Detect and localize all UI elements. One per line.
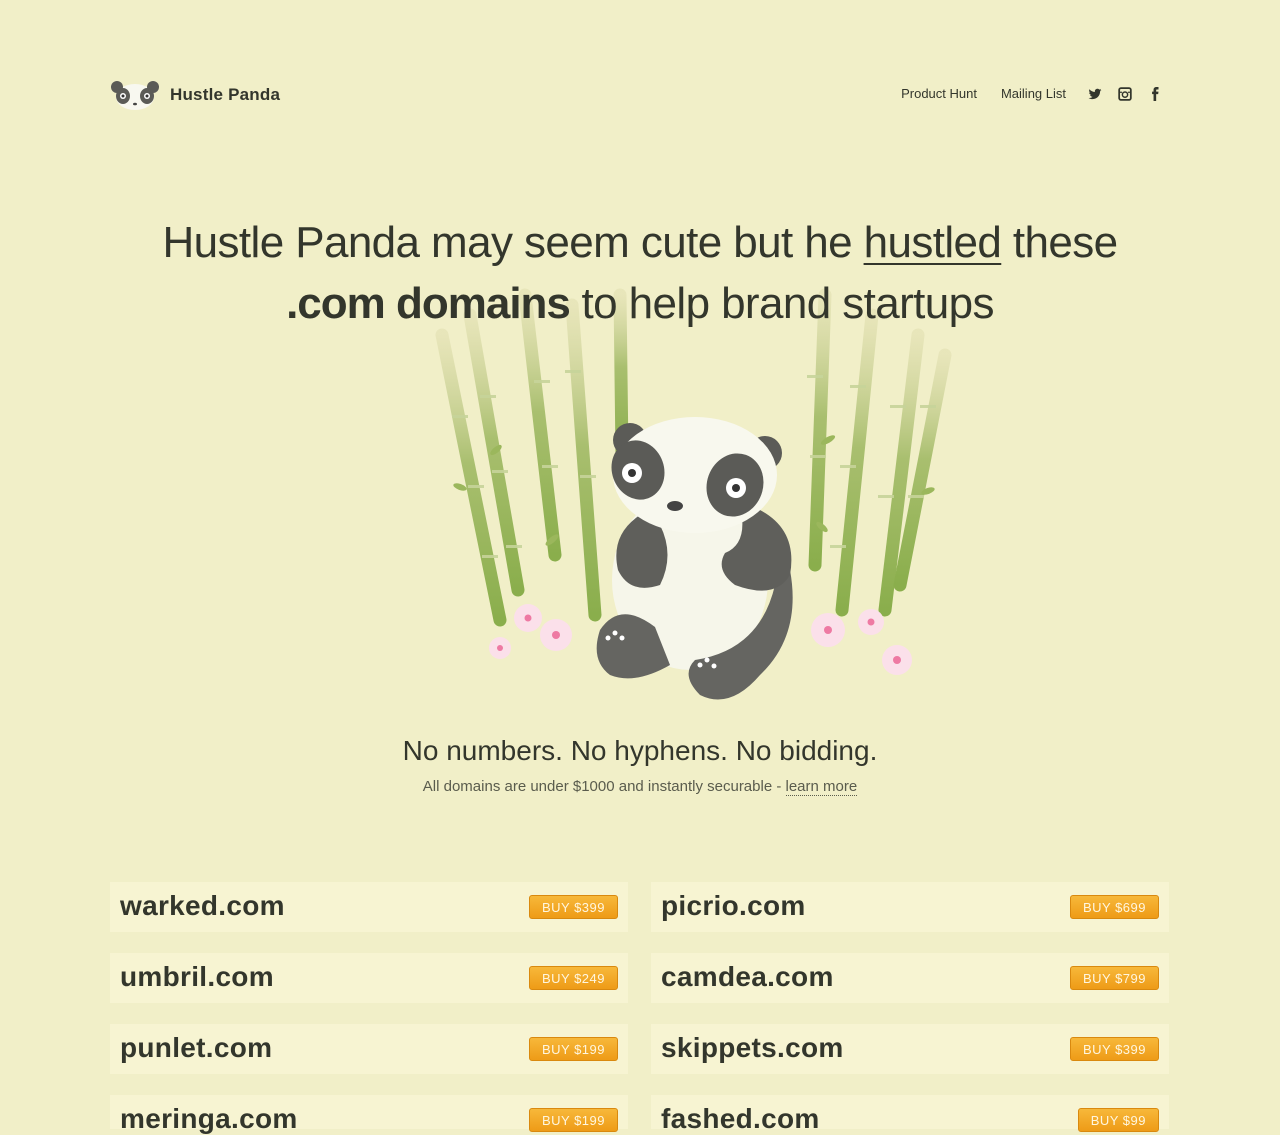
buy-button[interactable]: BUY $249: [528, 966, 618, 990]
buy-button[interactable]: BUY $99: [1077, 1108, 1159, 1132]
nav-product-hunt[interactable]: Product Hunt: [901, 86, 977, 101]
headline-line-1: Hustle Panda may seem cute but he hustle…: [162, 218, 1118, 267]
nav-mailing-list[interactable]: Mailing List: [1001, 86, 1066, 101]
brand-name: Hustle Panda: [170, 85, 281, 104]
buy-button[interactable]: BUY $399: [528, 895, 618, 919]
instagram-icon[interactable]: [1118, 86, 1132, 101]
domain-card: skippets.com BUY $399: [651, 1024, 1169, 1074]
domain-name[interactable]: punlet.com: [120, 1032, 272, 1064]
domain-card: warked.com BUY $399: [110, 882, 628, 932]
learn-more-link[interactable]: learn more: [785, 778, 858, 796]
twitter-icon[interactable]: [1088, 87, 1102, 101]
subtagline: All domains are under $1000 and instantl…: [422, 778, 858, 796]
domain-name[interactable]: skippets.com: [661, 1032, 844, 1064]
site-header: Hustle Panda Product Hunt Mailing List: [110, 78, 1170, 114]
facebook-icon[interactable]: [1148, 86, 1162, 101]
domain-name[interactable]: fashed.com: [661, 1103, 820, 1135]
hustled-link[interactable]: hustled: [864, 218, 1002, 267]
domain-card: umbril.com BUY $249: [110, 953, 628, 1003]
brand-link[interactable]: Hustle Panda: [110, 78, 280, 112]
headline-line-2: .com domains to help brand startups: [286, 279, 994, 328]
domain-name[interactable]: warked.com: [120, 890, 285, 922]
hero-headline: Hustle Panda may seem cute but he hustle…: [0, 212, 1280, 334]
domain-name[interactable]: camdea.com: [661, 961, 834, 993]
buy-button[interactable]: BUY $199: [528, 1108, 618, 1132]
domain-card: punlet.com BUY $199: [110, 1024, 628, 1074]
domain-card: fashed.com BUY $99: [651, 1095, 1169, 1134]
panda-logo-icon: [111, 81, 159, 110]
buy-button[interactable]: BUY $199: [528, 1037, 618, 1061]
domain-name[interactable]: picrio.com: [661, 890, 806, 922]
buy-button[interactable]: BUY $799: [1069, 966, 1159, 990]
tagline: No numbers. No hyphens. No bidding.: [402, 735, 878, 766]
domain-name[interactable]: meringa.com: [120, 1103, 298, 1135]
buy-button[interactable]: BUY $699: [1069, 895, 1159, 919]
buy-button[interactable]: BUY $399: [1069, 1037, 1159, 1061]
domain-card: meringa.com BUY $199: [110, 1095, 628, 1134]
top-nav: Product Hunt Mailing List: [877, 86, 1162, 101]
domain-card: camdea.com BUY $799: [651, 953, 1169, 1003]
domain-card: picrio.com BUY $699: [651, 882, 1169, 932]
domain-name[interactable]: umbril.com: [120, 961, 274, 993]
